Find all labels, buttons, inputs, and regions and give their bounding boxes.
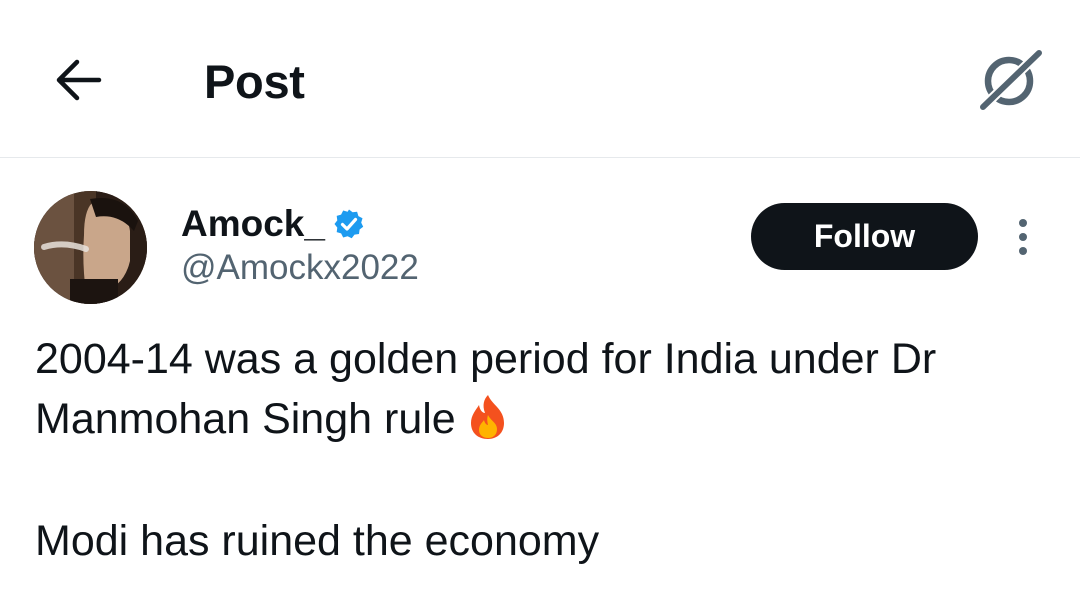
post-text-line: 2004-14 was a golden period for India un…: [35, 335, 937, 383]
post-text-segment: Manmohan Singh rule: [35, 395, 456, 443]
author-name-row: Amock_: [181, 202, 365, 246]
post-text-line: Modi has ruined the economy: [35, 517, 600, 565]
display-name[interactable]: Amock_: [181, 202, 325, 246]
author-handle[interactable]: @Amockx2022: [181, 246, 419, 290]
fire-emoji-icon: [466, 393, 510, 441]
post-text-line: Manmohan Singh rule: [35, 389, 510, 449]
arrow-left-icon: [56, 59, 102, 101]
page-title: Post: [204, 55, 305, 108]
verified-badge-icon: [333, 208, 365, 240]
more-options-button[interactable]: [1002, 212, 1044, 262]
follow-button[interactable]: Follow: [751, 203, 978, 270]
more-vertical-icon: [1019, 216, 1027, 258]
top-app-bar: Post: [0, 0, 1080, 158]
back-button[interactable]: [48, 52, 108, 108]
grok-button[interactable]: [972, 42, 1048, 118]
avatar[interactable]: [34, 191, 147, 304]
grok-icon: [978, 48, 1044, 112]
avatar-image: [34, 191, 147, 304]
